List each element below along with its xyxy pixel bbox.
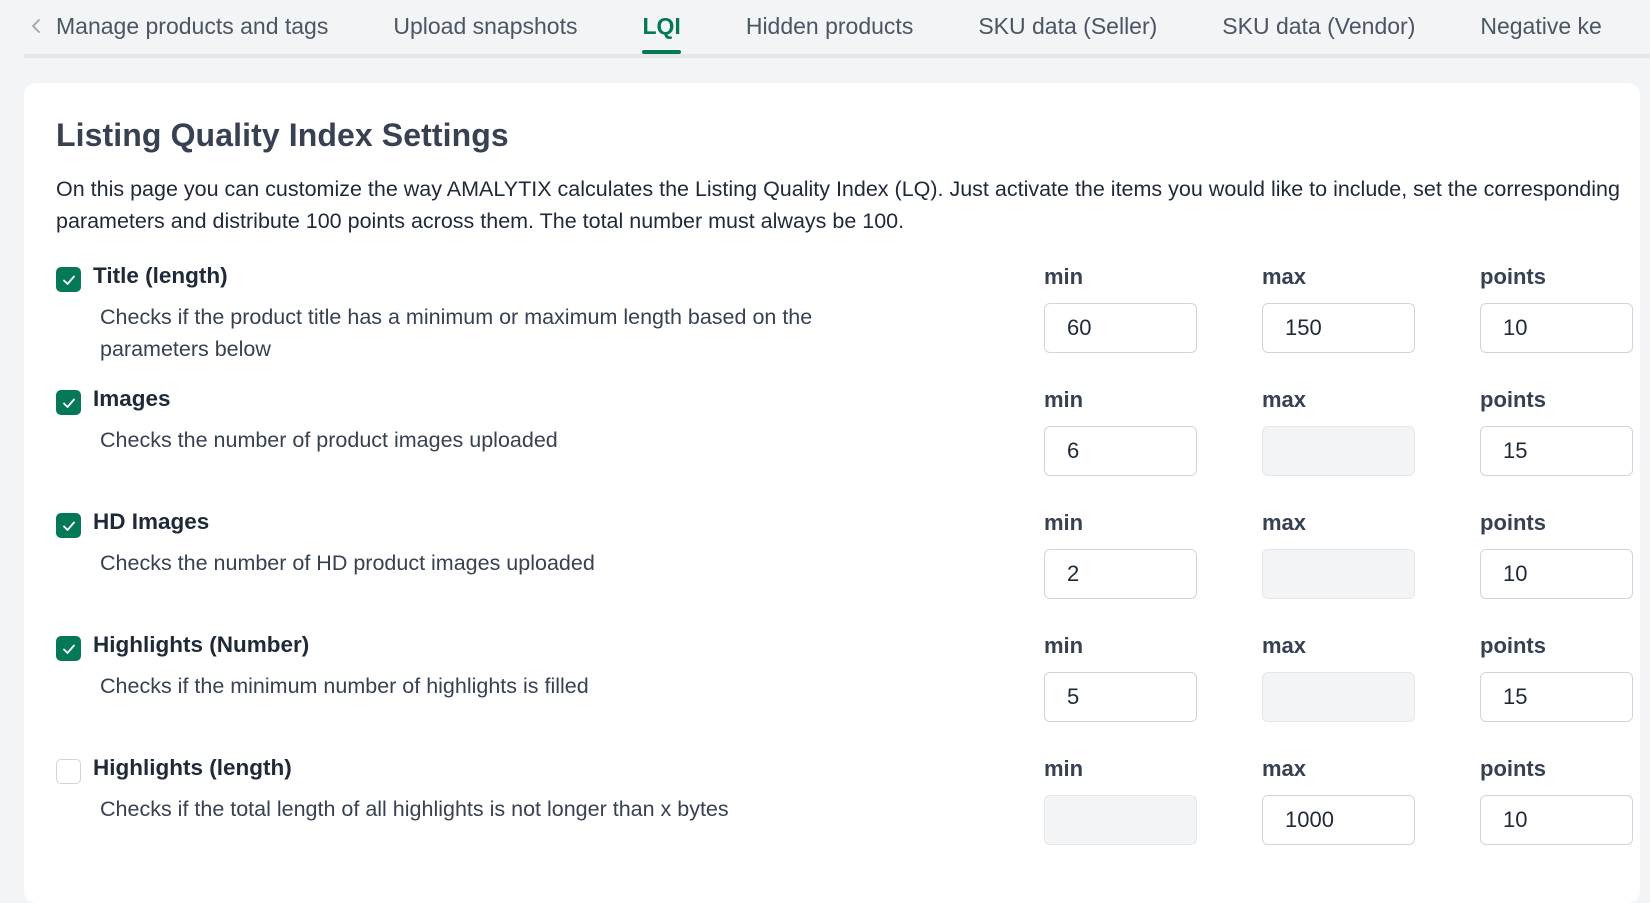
max-label: max [1262,264,1307,289]
max-input[interactable] [1262,426,1415,476]
min-input[interactable] [1044,303,1197,353]
criterion-title: HD Images [93,509,210,534]
tabs: Manage products and tags Upload snapshot… [56,0,1650,54]
tab-negative-keywords[interactable]: Negative ke [1480,0,1650,54]
check-icon [62,275,75,285]
scroll-left-button[interactable] [26,14,46,38]
criterion-checkbox[interactable] [56,513,81,538]
min-label: min [1044,633,1084,658]
min-input[interactable] [1044,549,1197,599]
points-label: points [1480,756,1546,781]
criterion-title: Images [93,386,171,411]
max-label: max [1262,756,1307,781]
min-field: min [1044,386,1199,476]
min-field: min [1044,632,1199,722]
criterion-highlights-length: Highlights (length) Checks if the total … [56,755,1636,875]
criterion-checkbox[interactable] [56,636,81,661]
criterion-description: Checks the number of product images uplo… [100,428,558,452]
points-input[interactable] [1480,303,1633,353]
min-field: min [1044,755,1199,845]
max-field: max [1262,386,1417,476]
criterion-title: Highlights (Number) [93,632,310,657]
points-input[interactable] [1480,549,1633,599]
criterion-title-length: Title (length) Checks if the product tit… [56,263,1636,383]
criterion-images: Images Checks the number of product imag… [56,386,1636,506]
criterion-checkbox[interactable] [56,390,81,415]
tab-sku-seller[interactable]: SKU data (Seller) [978,0,1222,54]
max-input[interactable] [1262,549,1415,599]
lqi-settings-card: Listing Quality Index Settings On this p… [24,83,1640,903]
criterion-checkbox[interactable] [56,759,81,784]
points-field: points [1480,263,1635,353]
page-description: On this page you can customize the way A… [56,177,1620,233]
min-input[interactable] [1044,795,1197,845]
tab-sku-vendor[interactable]: SKU data (Vendor) [1222,0,1480,54]
criterion-title: Title (length) [93,263,228,288]
max-input[interactable] [1262,795,1415,845]
points-label: points [1480,510,1546,535]
points-input[interactable] [1480,426,1633,476]
tab-manage-products[interactable]: Manage products and tags [56,0,393,54]
max-input[interactable] [1262,672,1415,722]
max-label: max [1262,510,1307,535]
points-field: points [1480,632,1635,722]
criterion-title: Highlights (length) [93,755,292,780]
tab-bar: Manage products and tags Upload snapshot… [24,0,1650,58]
criterion-description: Checks if the total length of all highli… [100,797,729,821]
points-label: points [1480,264,1546,289]
tab-upload-snapshots[interactable]: Upload snapshots [393,0,642,54]
criterion-description: Checks if the product title has a minimu… [100,305,813,361]
max-field: max [1262,263,1417,353]
tab-lqi[interactable]: LQI [642,0,745,54]
criterion-highlights-number: Highlights (Number) Checks if the minimu… [56,632,1636,752]
check-icon [62,521,75,531]
max-label: max [1262,633,1307,658]
check-icon [62,644,75,654]
check-icon [62,398,75,408]
max-input[interactable] [1262,303,1415,353]
points-field: points [1480,386,1635,476]
points-input[interactable] [1480,795,1633,845]
criterion-checkbox[interactable] [56,267,81,292]
criterion-description: Checks the number of HD product images u… [100,551,595,575]
min-label: min [1044,264,1084,289]
min-label: min [1044,387,1084,412]
min-input[interactable] [1044,672,1197,722]
chevron-left-icon [32,19,40,33]
min-label: min [1044,510,1084,535]
max-label: max [1262,387,1307,412]
tab-hidden-products[interactable]: Hidden products [746,0,979,54]
criterion-hd-images: HD Images Checks the number of HD produc… [56,509,1636,629]
points-label: points [1480,633,1546,658]
min-field: min [1044,263,1199,353]
page-title: Listing Quality Index Settings [56,117,509,153]
min-field: min [1044,509,1199,599]
min-input[interactable] [1044,426,1197,476]
min-label: min [1044,756,1084,781]
max-field: max [1262,509,1417,599]
criterion-description: Checks if the minimum number of highligh… [100,674,589,698]
points-input[interactable] [1480,672,1633,722]
points-label: points [1480,387,1546,412]
max-field: max [1262,755,1417,845]
points-field: points [1480,509,1635,599]
points-field: points [1480,755,1635,845]
max-field: max [1262,632,1417,722]
